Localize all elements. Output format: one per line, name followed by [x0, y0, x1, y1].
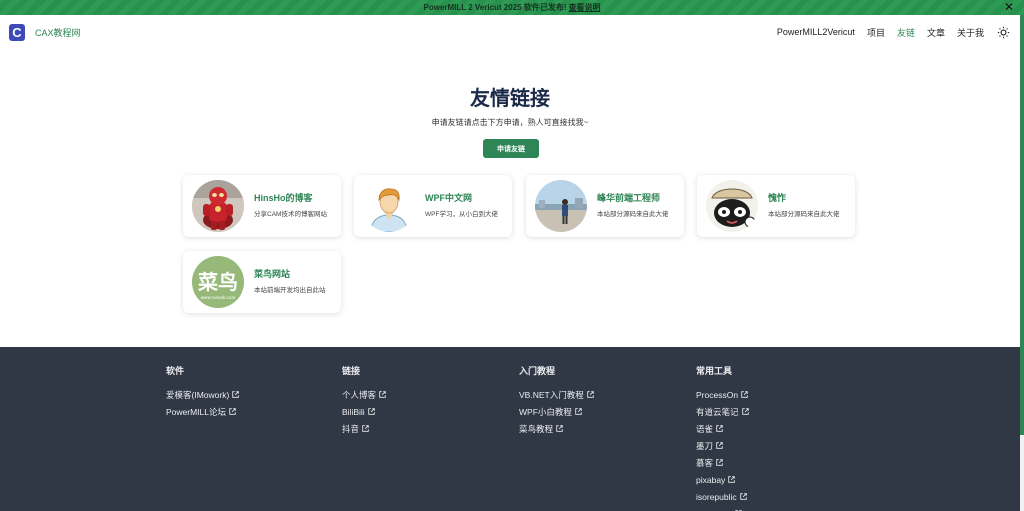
external-link-icon: [232, 390, 240, 400]
friend-card-kuizuo[interactable]: 愧怍 本站部分源码来自此大佬: [697, 175, 855, 237]
apply-link-button[interactable]: 申请友链: [483, 139, 539, 158]
runoob-logo-url: www.runoob.com: [201, 295, 236, 300]
announcement-bar: PowerMILL 2 Vericut 2025 软件已发布! 查看说明 ✕: [0, 0, 1024, 15]
card-description: 本站部分源码来自此大佬: [768, 211, 840, 218]
card-description: 本站部分源码来自此大佬: [597, 211, 669, 218]
nav-item-powermill2vericut[interactable]: PowerMILL2Vericut: [777, 27, 855, 37]
announcement-text: PowerMILL 2 Vericut 2025 软件已发布!: [423, 3, 567, 12]
external-link-icon: [229, 407, 236, 417]
photo-person-avatar: [535, 180, 587, 232]
card-description: WPF学习，从小白到大佬: [425, 211, 498, 218]
nav-item-projects[interactable]: 项目: [867, 26, 885, 39]
external-link-icon: [728, 475, 736, 485]
footer-link[interactable]: 慕客: [696, 454, 749, 471]
navbar: C CAX教程网 PowerMILL2Vericut 项目 友链 文章 关于我: [0, 15, 1020, 49]
external-link-icon: [586, 390, 594, 400]
card-text: HinsHo的博客 分享CAM技术的博客网站: [254, 191, 334, 221]
nav-item-about[interactable]: 关于我: [957, 26, 984, 39]
runoob-logo-text: 菜鸟: [197, 270, 238, 294]
scrollbar-thumb[interactable]: [1020, 15, 1024, 435]
sun-icon[interactable]: [996, 25, 1010, 39]
logo-icon[interactable]: C: [9, 23, 25, 41]
announcement-link[interactable]: 查看说明: [569, 2, 601, 13]
external-link-icon: [716, 458, 723, 468]
page-subtitle: 申请友链请点击下方申请，熟人可直接找我~: [431, 118, 589, 127]
footer-column-tutorials: 入门教程 VB.NET入门教程 WPF小白教程 菜鸟教程: [519, 364, 594, 437]
nav-item-friend-links[interactable]: 友链: [897, 26, 915, 39]
card-description: 本站前端开发均出自此站: [254, 287, 326, 294]
external-link-icon: [716, 441, 723, 451]
footer-link[interactable]: 菜鸟教程: [519, 420, 594, 437]
nav-links: PowerMILL2Vericut 项目 友链 文章 关于我: [765, 25, 1010, 39]
footer-link[interactable]: pixabay: [696, 471, 749, 488]
card-name: 峰华前端工程师: [597, 193, 661, 203]
friend-card-wpf[interactable]: WPF中文网 WPF学习，从小白到大佬: [354, 175, 512, 237]
card-name: 菜鸟网站: [254, 269, 291, 279]
footer-column-title: 软件: [166, 366, 185, 376]
external-link-icon: [367, 407, 375, 417]
logo-letter: C: [12, 24, 22, 40]
brand-title[interactable]: CAX教程网: [35, 26, 81, 39]
footer-link[interactable]: ProcessOn: [696, 386, 749, 403]
card-text: 愧怍 本站部分源码来自此大佬: [768, 191, 848, 221]
footer-column-tools: 常用工具 ProcessOn 有道云笔记 语雀 墨刀 慕客 pixabay is…: [696, 364, 749, 511]
footer-link[interactable]: librestock: [696, 505, 749, 511]
external-link-icon: [362, 424, 369, 434]
footer-link[interactable]: PowerMILL论坛: [166, 403, 239, 420]
robot-figure-avatar: [192, 180, 244, 232]
external-link-icon: [575, 407, 582, 417]
footer-link[interactable]: 墨刀: [696, 437, 749, 454]
external-link-icon: [741, 390, 748, 400]
friend-card-fenghua[interactable]: 峰华前端工程师 本站部分源码来自此大佬: [526, 175, 684, 237]
card-name: HinsHo的博客: [254, 193, 313, 203]
footer-link[interactable]: 个人博客: [342, 386, 386, 403]
cartoon-avatar: [706, 180, 758, 232]
footer-link[interactable]: isorepublic: [696, 488, 749, 505]
external-link-icon: [741, 407, 749, 417]
friend-card-runoob[interactable]: 菜鸟 www.runoob.com 菜鸟网站 本站前端开发均出自此站: [183, 251, 341, 313]
close-icon[interactable]: ✕: [1004, 1, 1014, 13]
external-link-icon: [716, 424, 723, 434]
footer: 软件 爱模客(IMowork) PowerMILL论坛 链接 个人博客 Bili…: [0, 347, 1020, 511]
footer-column-title: 入门教程: [519, 366, 556, 376]
external-link-icon: [739, 492, 747, 502]
card-text: 峰华前端工程师 本站部分源码来自此大佬: [597, 191, 677, 221]
footer-link[interactable]: 有道云笔记: [696, 403, 749, 420]
card-text: 菜鸟网站 本站前端开发均出自此站: [254, 267, 334, 297]
footer-link[interactable]: 爱模客(IMowork): [166, 386, 240, 403]
footer-column-links: 链接 个人博客 BiliBili 抖音: [342, 364, 386, 437]
footer-column-software: 软件 爱模客(IMowork) PowerMILL论坛: [166, 364, 240, 420]
footer-column-title: 链接: [342, 366, 361, 376]
footer-link[interactable]: 语雀: [696, 420, 749, 437]
footer-link[interactable]: 抖音: [342, 420, 386, 437]
person-avatar: [363, 180, 415, 232]
footer-column-title: 常用工具: [696, 366, 733, 376]
footer-link[interactable]: VB.NET入门教程: [519, 386, 594, 403]
external-link-icon: [556, 424, 563, 434]
footer-link[interactable]: BiliBili: [342, 403, 386, 420]
page-title: 友情链接: [470, 88, 550, 110]
card-text: WPF中文网 WPF学习，从小白到大佬: [425, 191, 505, 221]
friend-card-hinsho[interactable]: HinsHo的博客 分享CAM技术的博客网站: [183, 175, 341, 237]
card-name: WPF中文网: [425, 193, 472, 203]
runoob-avatar: 菜鸟 www.runoob.com: [192, 256, 244, 308]
footer-link[interactable]: WPF小白教程: [519, 403, 594, 420]
nav-item-articles[interactable]: 文章: [927, 26, 945, 39]
card-name: 愧怍: [768, 193, 787, 203]
card-description: 分享CAM技术的博客网站: [254, 211, 327, 218]
external-link-icon: [379, 390, 386, 400]
